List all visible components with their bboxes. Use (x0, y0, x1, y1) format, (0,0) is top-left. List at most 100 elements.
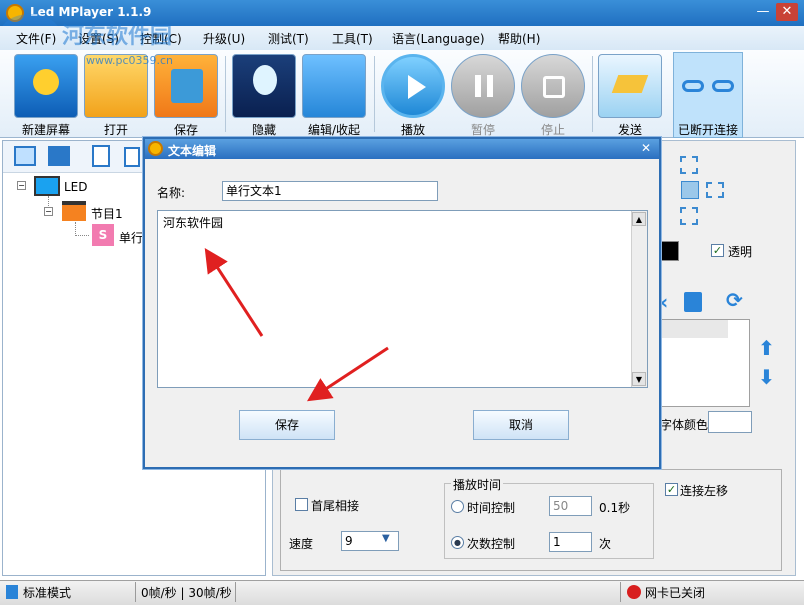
stop-label: 停止 (540, 123, 565, 137)
time-unit-label: 0.1秒 (599, 501, 631, 515)
menu-language[interactable]: 语言(Language) (392, 30, 485, 47)
text-content: 河东软件园 (163, 216, 224, 230)
send-label: 发送 (617, 123, 642, 137)
led-screen-icon (34, 176, 60, 196)
menu-file[interactable]: 文件(F) (16, 30, 56, 47)
play-label: 播放 (400, 123, 425, 137)
move-up-icon[interactable]: ⬆ (758, 336, 775, 360)
dialog-logo-icon (148, 141, 163, 156)
text-content-area[interactable]: 河东软件园 (157, 210, 648, 388)
count-control-label: 次数控制 (467, 537, 516, 551)
new-screen-label: 新建屏幕 (21, 123, 70, 137)
toolbar-separator (374, 56, 375, 132)
tree-node-item[interactable]: 单行 (119, 229, 143, 246)
open-label: 打开 (103, 123, 128, 137)
play-button[interactable]: 播放 (379, 54, 447, 137)
hide-label: 隐藏 (251, 123, 276, 137)
head-tail-label: 首尾相接 (311, 499, 360, 513)
layout-icon[interactable] (48, 146, 70, 166)
chevron-down-icon[interactable]: ▼ (382, 533, 390, 544)
edit-collapse-button[interactable]: 编辑/收起 (300, 54, 368, 137)
time-control-label: 时间控制 (467, 501, 516, 515)
lightbulb-icon (232, 54, 296, 118)
time-value-input[interactable]: 50 (549, 496, 592, 516)
menu-tools[interactable]: 工具(T) (332, 30, 373, 47)
broken-link-icon (676, 54, 740, 118)
stop-button[interactable]: 停止 (519, 54, 587, 137)
play-time-label: 播放时间 (451, 476, 504, 493)
transparent-checkbox[interactable]: ✓ (711, 244, 724, 257)
font-color-label: 字体颜色 (660, 418, 709, 432)
delete-trash-icon[interactable] (684, 292, 702, 312)
refresh-icon[interactable]: ⟳ (726, 288, 743, 312)
align-right-icon[interactable] (706, 182, 724, 198)
tree-node-program[interactable]: 节目1 (91, 205, 123, 222)
tree-collapse-icon[interactable]: − (17, 181, 26, 190)
new-page-icon[interactable] (92, 145, 110, 167)
move-down-icon[interactable]: ⬇ (758, 365, 775, 389)
speed-select[interactable]: 9 (341, 531, 399, 551)
dialog-title: 文本编辑 (168, 144, 217, 158)
hide-button[interactable]: 隐藏 (230, 54, 298, 137)
pause-icon (451, 54, 515, 118)
transparent-label: 透明 (728, 245, 753, 259)
clapperboard-icon (62, 201, 86, 221)
tree-line (75, 222, 89, 236)
text-list-row[interactable] (661, 320, 728, 338)
align-center-icon[interactable] (681, 181, 699, 199)
scroll-down-icon[interactable]: ▼ (632, 372, 646, 386)
tree-node-led[interactable]: LED (64, 180, 88, 194)
close-window-button[interactable]: ✕ (776, 3, 798, 21)
count-unit-label: 次 (599, 537, 612, 551)
time-control-radio[interactable] (451, 500, 464, 513)
align-top-left-icon[interactable] (680, 156, 698, 174)
minimize-button[interactable]: — (752, 3, 774, 21)
continuous-left-checkbox[interactable]: ✓ (665, 483, 678, 496)
send-button[interactable]: 发送 (596, 54, 664, 137)
tree-collapse-icon[interactable]: − (44, 207, 53, 216)
dialog-title-bar (145, 139, 659, 159)
name-label: 名称: (157, 186, 186, 200)
watermark-url: www.pc0359.cn (86, 54, 174, 67)
network-card-status: 网卡已关闭 (645, 586, 706, 600)
toolbar-separator (225, 56, 226, 132)
speed-label: 速度 (289, 537, 314, 551)
mode-icon (6, 585, 18, 599)
pause-button[interactable]: 暂停 (449, 54, 517, 137)
menu-test[interactable]: 测试(T) (268, 30, 309, 47)
back-arrow-icon[interactable]: ‹ (660, 290, 668, 314)
head-tail-checkbox[interactable] (295, 498, 308, 511)
new-screen-button[interactable]: 新建屏幕 (12, 54, 80, 137)
count-value-input[interactable]: 1 (549, 532, 592, 552)
dialog-cancel-button[interactable]: 取消 (473, 410, 569, 440)
align-bottom-icon[interactable] (680, 207, 698, 225)
text-scrollbar[interactable] (631, 211, 647, 387)
background-color-picker[interactable] (661, 241, 679, 261)
continuous-left-label: 连接左移 (680, 484, 729, 498)
copy-page-icon[interactable] (124, 147, 140, 167)
status-separator (620, 582, 621, 602)
name-input[interactable]: 单行文本1 (222, 181, 438, 201)
dialog-save-button[interactable]: 保存 (239, 410, 335, 440)
pause-label: 暂停 (470, 123, 495, 137)
fps-status: 0帧/秒 | 30帧/秒 (141, 586, 232, 600)
menu-help[interactable]: 帮助(H) (498, 30, 540, 47)
dialog-close-button[interactable]: ✕ (637, 140, 655, 157)
count-control-radio[interactable]: ● (451, 536, 464, 549)
edit-collapse-label: 编辑/收起 (307, 123, 361, 137)
film-icon[interactable] (14, 146, 36, 166)
status-separator (235, 582, 236, 602)
save-toolbar-label: 保存 (173, 123, 198, 137)
status-separator (135, 582, 136, 602)
font-color-dropdown[interactable] (708, 411, 752, 433)
disconnected-button[interactable]: 已断开连接 (674, 54, 742, 137)
watermark-text: 河东软件园 (62, 24, 173, 49)
disconnected-label: 已断开连接 (677, 123, 738, 137)
single-line-text-icon: S (92, 224, 114, 246)
scroll-up-icon[interactable]: ▲ (632, 212, 646, 226)
stop-icon (521, 54, 585, 118)
app-title: Led MPlayer 1.1.9 (30, 5, 152, 19)
menu-upgrade[interactable]: 升级(U) (203, 30, 245, 47)
pencil-notepad-icon (302, 54, 366, 118)
play-icon (381, 54, 445, 118)
